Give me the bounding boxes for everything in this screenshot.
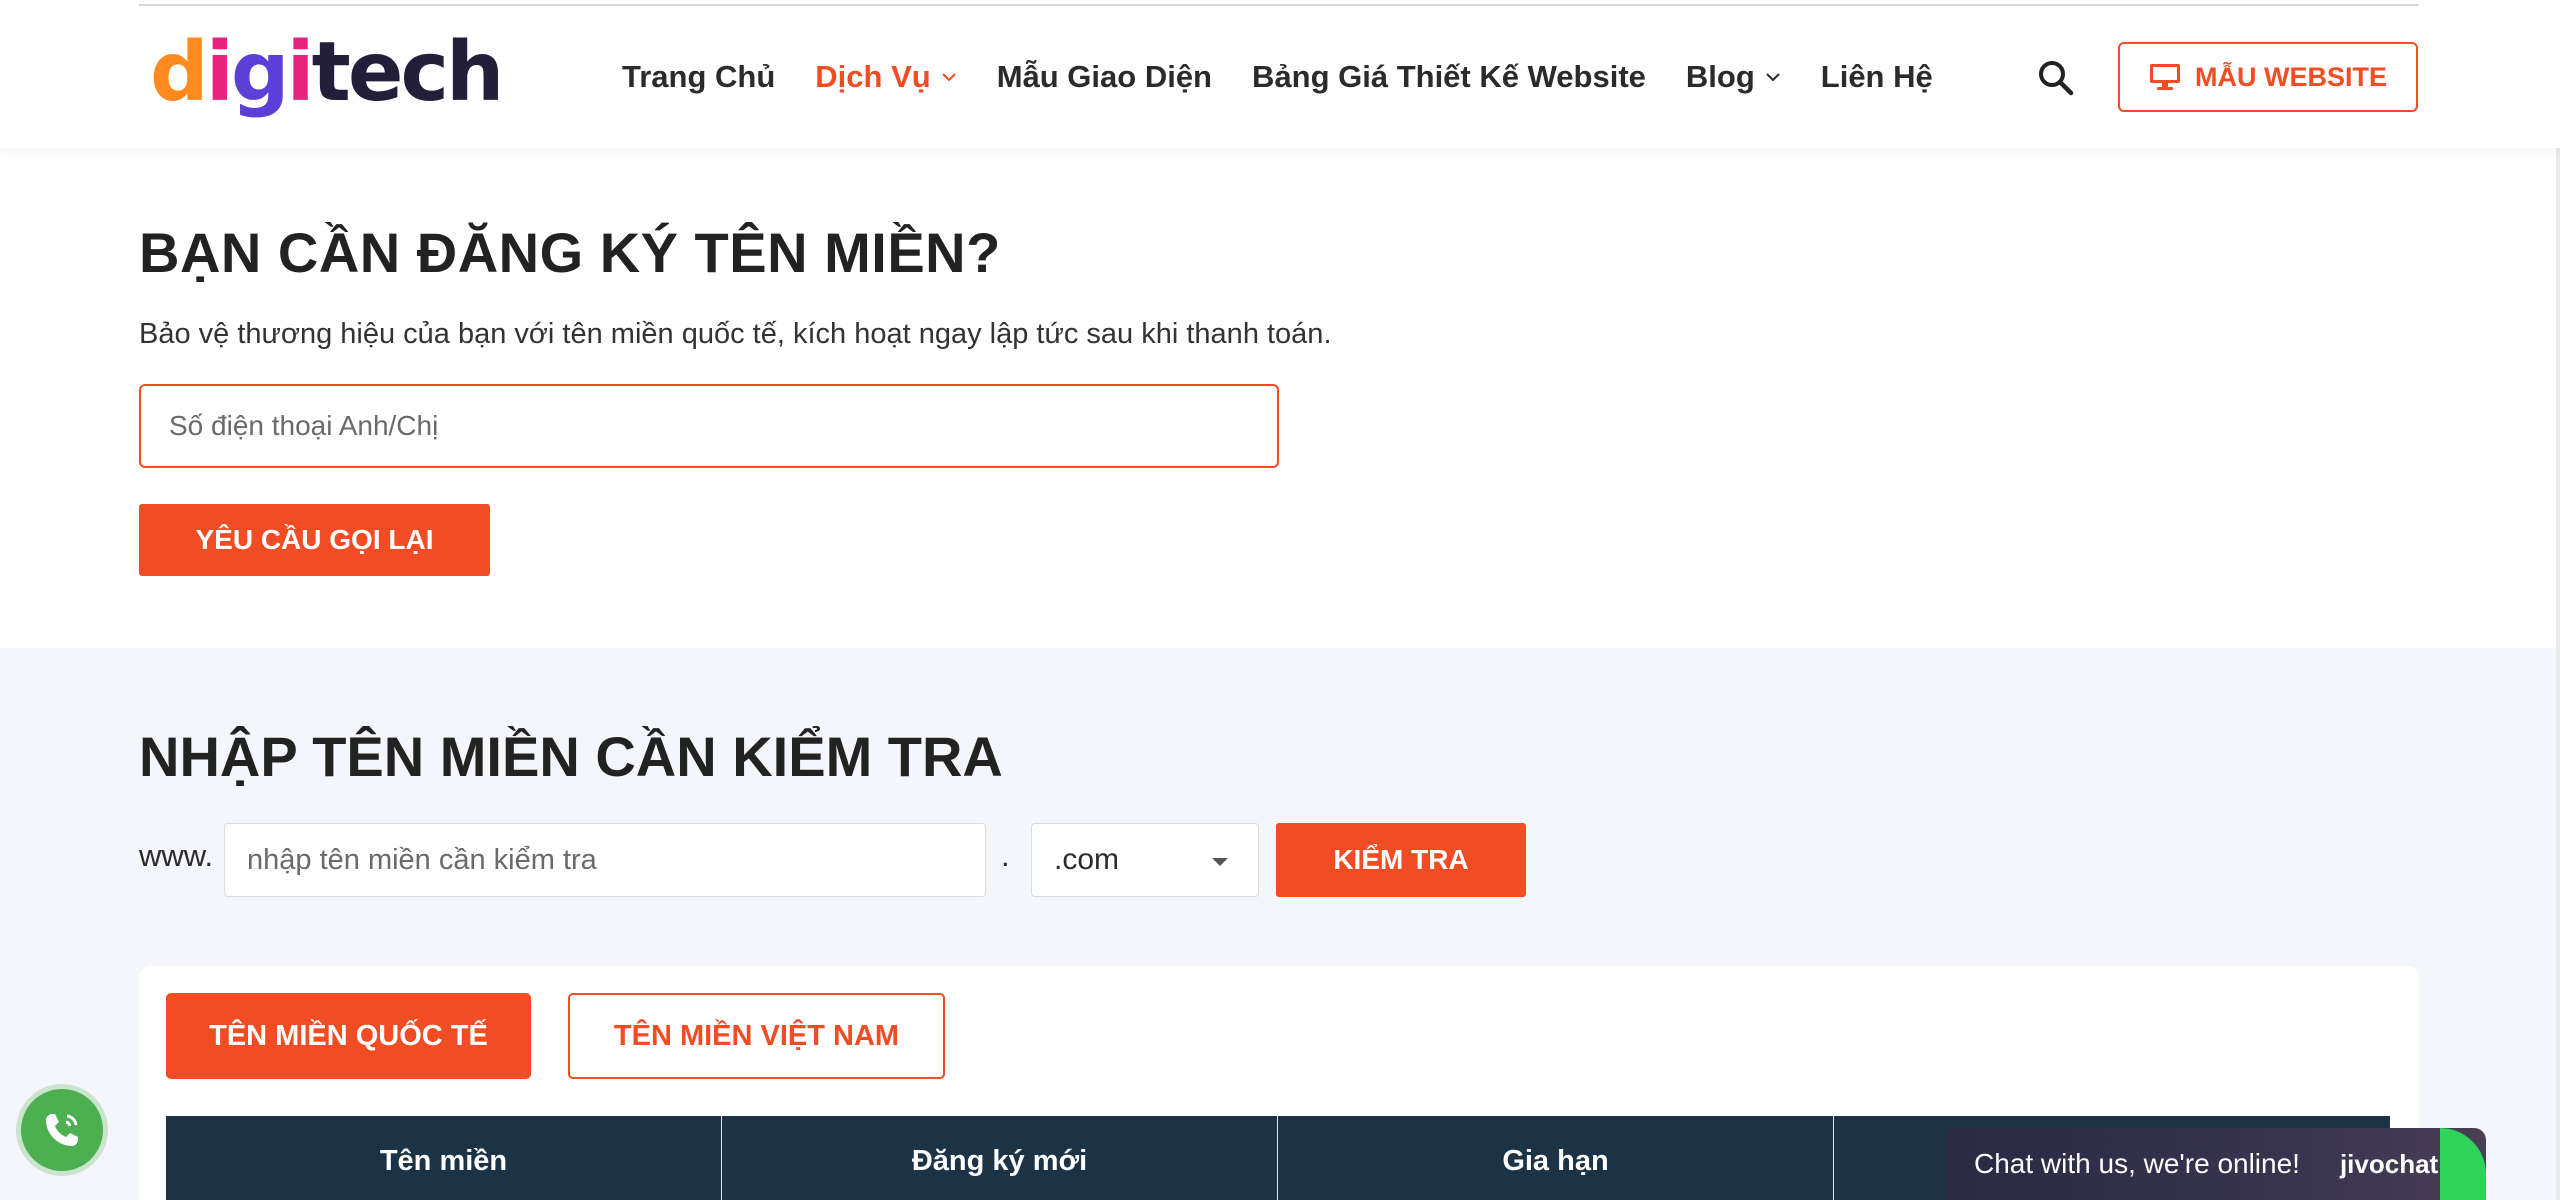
nav-item-label: Dịch Vụ — [815, 59, 931, 94]
header-divider — [139, 4, 2419, 6]
nav-item-label: Trang Chủ — [622, 59, 776, 94]
logo-letter-d: d — [150, 24, 209, 120]
chevron-down-icon — [941, 73, 956, 82]
register-subtitle: Bảo vệ thương hiệu của bạn với tên miền … — [139, 318, 1332, 350]
domain-check-section: NHẬP TÊN MIỀN CẦN KIỂM TRA www. . .com K… — [0, 648, 2560, 1200]
caret-down-icon — [1212, 858, 1228, 866]
tab-vietnam-domains[interactable]: TÊN MIỀN VIỆT NAM — [568, 993, 945, 1079]
register-title: BẠN CẦN ĐĂNG KÝ TÊN MIỀN? — [139, 221, 1001, 284]
logo-letter-g: g — [230, 24, 290, 120]
main-nav: Trang Chủ Dịch Vụ Mẫu Giao Diện Bảng Giá… — [622, 52, 1973, 102]
chat-brand: jivochat — [2339, 1148, 2439, 1179]
logo-letter-i: i — [205, 24, 234, 120]
domain-search-input[interactable] — [224, 823, 986, 897]
nav-item-pricing[interactable]: Bảng Giá Thiết Kế Website — [1252, 59, 1646, 95]
www-prefix: www. — [139, 838, 214, 873]
nav-item-label: Bảng Giá Thiết Kế Website — [1252, 59, 1646, 94]
tld-separator: . — [1001, 838, 1010, 873]
logo-letters-tech: tech — [311, 24, 505, 120]
scrollbar-track[interactable] — [2556, 0, 2560, 1200]
nav-item-label: Blog — [1685, 59, 1755, 94]
nav-item-label: Mẫu Giao Diện — [996, 59, 1212, 94]
nav-item-templates[interactable]: Mẫu Giao Diện — [997, 59, 1212, 95]
domain-check-title: NHẬP TÊN MIỀN CẦN KIỂM TRA — [139, 725, 1003, 788]
nav-item-label: Liên Hệ — [1820, 59, 1933, 94]
phone-input[interactable] — [139, 384, 1279, 468]
chat-status-text: Chat with us, we're online! — [1974, 1148, 2300, 1179]
nav-item-contact[interactable]: Liên Hệ — [1821, 59, 1933, 95]
column-header-renew: Gia hạn — [1278, 1116, 1834, 1200]
site-header: d i g i tech Trang Chủ Dịch Vụ Mẫu Giao Diện… — [0, 0, 2560, 148]
nav-item-home[interactable]: Trang Chủ — [622, 59, 775, 95]
column-header-domain: Tên miền — [166, 1116, 722, 1200]
nav-item-services[interactable]: Dịch Vụ — [815, 59, 956, 95]
check-domain-button[interactable]: KIỂM TRA — [1276, 823, 1526, 897]
register-domain-section: BẠN CẦN ĐĂNG KÝ TÊN MIỀN? Bảo vệ thương … — [0, 148, 2560, 648]
monitor-icon — [2150, 64, 2180, 90]
live-chat-widget[interactable]: Chat with us, we're online! jivochat — [1946, 1128, 2486, 1200]
search-icon[interactable] — [2036, 58, 2076, 98]
logo-letter-i2: i — [286, 24, 315, 120]
template-website-button[interactable]: MẪU WEBSITE — [2118, 42, 2418, 112]
site-logo[interactable]: d i g i tech — [150, 22, 505, 122]
phone-icon[interactable] — [21, 1089, 103, 1171]
chevron-down-icon — [1766, 73, 1780, 82]
nav-item-blog[interactable]: Blog — [1686, 59, 1781, 95]
tld-selected-value: .com — [1054, 843, 1120, 876]
column-header-register: Đăng ký mới — [722, 1116, 1278, 1200]
tld-select[interactable]: .com — [1031, 823, 1259, 897]
request-callback-button[interactable]: YÊU CẦU GỌI LẠI — [139, 504, 490, 576]
tab-international-domains[interactable]: TÊN MIỀN QUỐC TẾ — [166, 993, 531, 1079]
cta-label: MẪU WEBSITE — [2195, 61, 2387, 92]
